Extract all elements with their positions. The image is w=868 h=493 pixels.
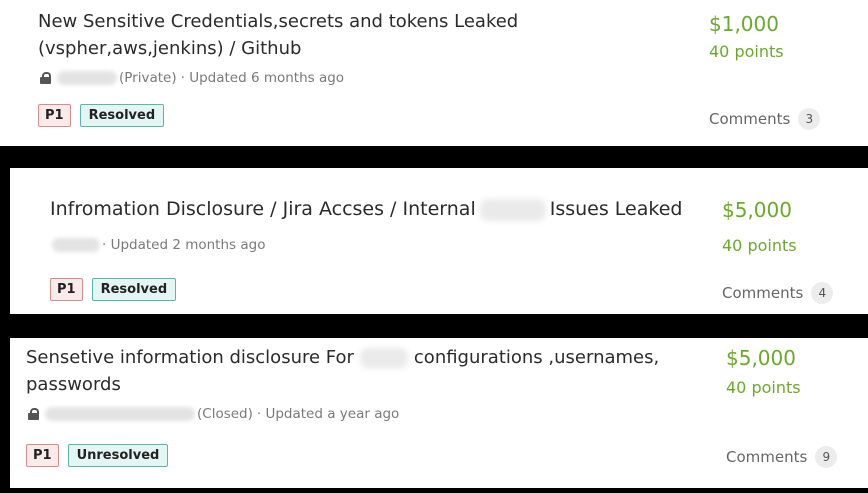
report-card[interactable]: Infromation Disclosure / Jira Accses / I… xyxy=(10,168,868,314)
updated-label: · Updated 2 months ago xyxy=(102,237,266,253)
report-card[interactable]: New Sensitive Credentials,secrets and to… xyxy=(0,0,868,146)
lock-icon xyxy=(40,72,51,84)
report-title[interactable]: Infromation Disclosure / Jira Accses / I… xyxy=(50,196,682,223)
report-meta: · Updated 2 months ago xyxy=(52,237,265,253)
comments-count: 9 xyxy=(815,446,838,468)
report-meta: (Private) · Updated 6 months ago xyxy=(40,70,344,86)
comments-count: 4 xyxy=(811,282,834,304)
comments-count: 3 xyxy=(798,108,821,130)
severity-badge: P1 xyxy=(50,278,83,301)
redacted-program-name xyxy=(52,238,100,252)
comments-link[interactable]: Comments 9 xyxy=(726,446,838,468)
bounty-amount: $5,000 xyxy=(726,346,796,370)
report-title-part: Infromation Disclosure / Jira Accses / I… xyxy=(50,198,476,220)
points-label: 40 points xyxy=(726,378,801,397)
comments-label: Comments xyxy=(722,284,804,302)
status-badge: Resolved xyxy=(91,278,177,301)
redacted-program-name xyxy=(45,407,195,421)
visibility-label: (Private) xyxy=(119,70,177,86)
report-title-part: configurations ,usernames, xyxy=(413,347,660,368)
points-label: 40 points xyxy=(709,42,784,61)
points-label: 40 points xyxy=(722,236,797,255)
status-badge: Unresolved xyxy=(67,444,169,467)
report-card[interactable]: Sensetive information disclosure For conf… xyxy=(10,338,868,488)
redacted-text xyxy=(359,348,408,368)
report-meta: (Closed) · Updated a year ago xyxy=(28,406,399,422)
comments-link[interactable]: Comments 4 xyxy=(722,282,834,304)
lock-icon xyxy=(28,408,39,420)
report-title[interactable]: New Sensitive Credentials,secrets and to… xyxy=(38,8,518,62)
severity-badge: P1 xyxy=(38,104,71,127)
updated-label: · Updated a year ago xyxy=(256,406,400,422)
report-title-line: (vspher,aws,jenkins) / Github xyxy=(38,38,302,59)
report-title-part: Sensetive information disclosure For xyxy=(26,347,354,368)
report-title-line: New Sensitive Credentials,secrets and to… xyxy=(38,11,519,32)
bounty-amount: $5,000 xyxy=(722,198,792,222)
report-title-line: Sensetive information disclosure For conf… xyxy=(26,344,659,371)
report-title-line: passwords xyxy=(26,374,121,395)
report-title[interactable]: Sensetive information disclosure For conf… xyxy=(26,344,659,398)
redacted-text xyxy=(479,198,546,221)
severity-badge: P1 xyxy=(26,444,59,467)
updated-label: · Updated 6 months ago xyxy=(180,70,345,86)
bounty-amount: $1,000 xyxy=(709,12,779,36)
redacted-program-name xyxy=(57,71,117,85)
visibility-label: (Closed) xyxy=(197,406,253,422)
comments-label: Comments xyxy=(709,110,791,128)
status-badge: Resolved xyxy=(79,104,165,127)
report-title-part: Issues Leaked xyxy=(549,198,683,220)
comments-label: Comments xyxy=(726,448,808,466)
comments-link[interactable]: Comments 3 xyxy=(709,108,821,130)
